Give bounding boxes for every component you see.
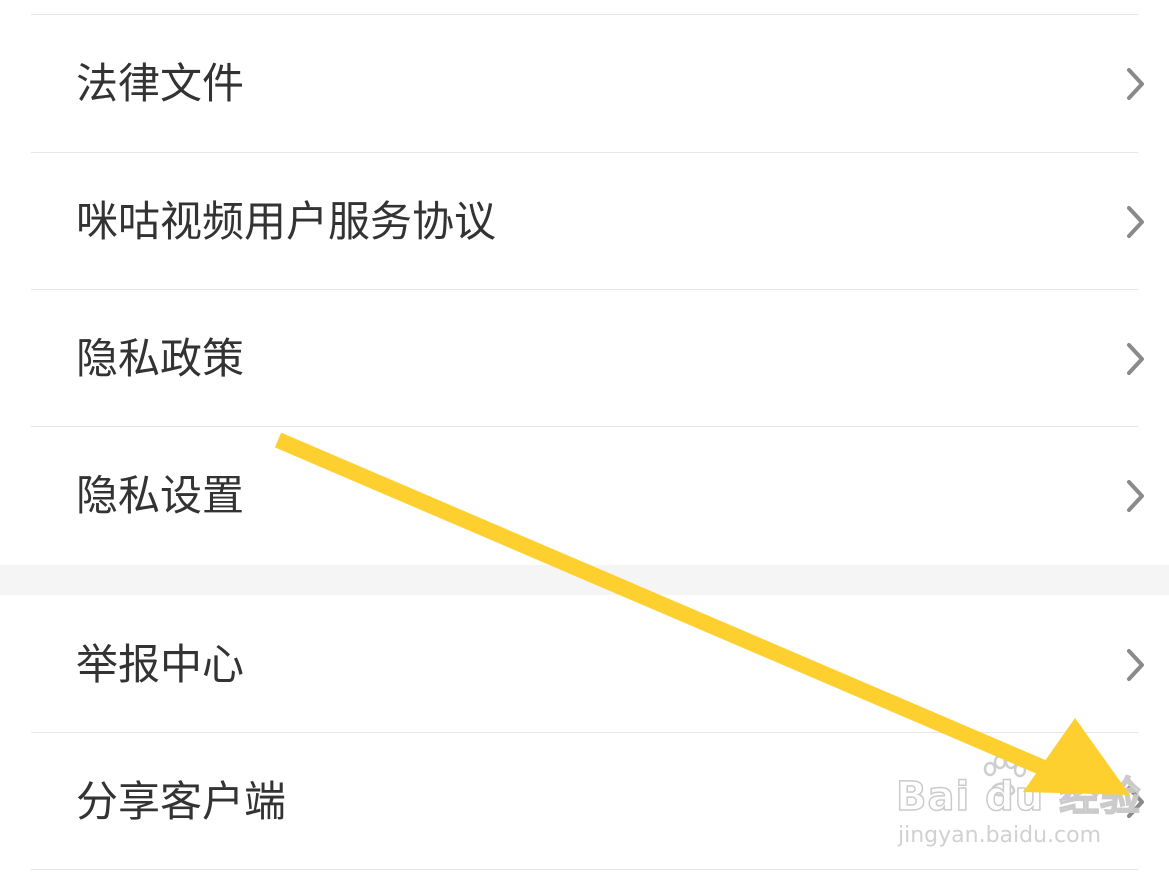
settings-page: 法律文件 咪咕视频用户服务协议 隐私政策 隐私设置 举报中心 分享客户端 Bai…	[0, 0, 1169, 880]
menu-item-label: 咪咕视频用户服务协议	[76, 197, 497, 246]
menu-item-privacy-policy[interactable]: 隐私政策	[0, 291, 1169, 427]
menu-item-label: 法律文件	[76, 59, 245, 108]
divider	[31, 289, 1138, 290]
chevron-right-icon	[1123, 202, 1147, 242]
menu-item-share-client[interactable]: 分享客户端	[0, 734, 1169, 870]
chevron-right-icon	[1123, 645, 1147, 685]
divider	[31, 732, 1138, 733]
menu-item-user-service-agreement[interactable]: 咪咕视频用户服务协议	[0, 154, 1169, 290]
chevron-right-icon	[1123, 476, 1147, 516]
divider	[31, 14, 1138, 15]
chevron-right-icon	[1123, 339, 1147, 379]
menu-item-legal-documents[interactable]: 法律文件	[0, 16, 1169, 152]
menu-item-label: 隐私设置	[76, 471, 245, 520]
menu-item-label: 分享客户端	[76, 777, 287, 826]
section-separator	[0, 565, 1169, 595]
chevron-right-icon	[1123, 782, 1147, 822]
menu-item-label: 举报中心	[76, 640, 245, 689]
menu-item-report-center[interactable]: 举报中心	[0, 597, 1169, 733]
divider	[31, 869, 1138, 870]
divider	[31, 152, 1138, 153]
menu-item-privacy-settings[interactable]: 隐私设置	[0, 428, 1169, 564]
chevron-right-icon	[1123, 64, 1147, 104]
menu-item-label: 隐私政策	[76, 334, 245, 383]
divider	[31, 426, 1138, 427]
